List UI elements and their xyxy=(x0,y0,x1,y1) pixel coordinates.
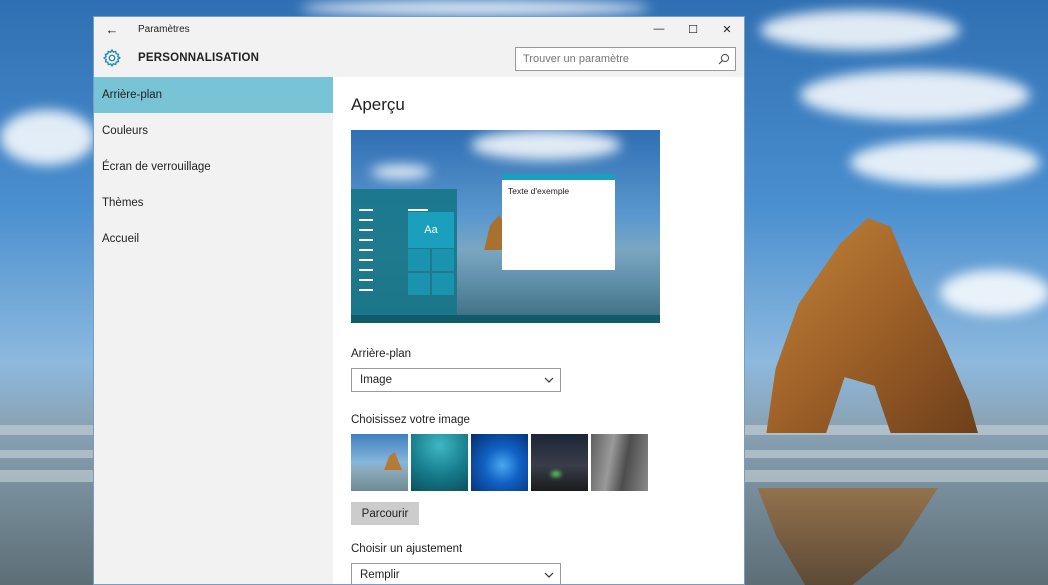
preview-mini-tile xyxy=(408,249,430,271)
preview-heading: Aperçu xyxy=(351,95,405,114)
sidebar-item-label: Thèmes xyxy=(102,197,144,209)
preview-tile: Aa xyxy=(408,212,454,248)
preview-window: Texte d'exemple xyxy=(502,174,615,270)
main-content: Aperçu Aa Texte d'exemple Arrière-plan I… xyxy=(333,77,744,584)
back-button[interactable]: ← xyxy=(94,17,130,41)
sidebar-item-background[interactable]: Arrière-plan xyxy=(94,77,333,113)
start-menu-line xyxy=(359,239,373,241)
window-title: Paramètres xyxy=(138,23,190,35)
sidebar-item-colors[interactable]: Couleurs xyxy=(94,113,333,149)
search-box[interactable] xyxy=(515,47,736,71)
preview-mini-tile xyxy=(432,273,454,295)
cloud xyxy=(371,165,431,179)
chevron-down-icon xyxy=(544,572,554,578)
image-thumbnail-beach[interactable] xyxy=(351,434,408,491)
chevron-down-icon xyxy=(544,377,554,383)
minimize-button[interactable]: — xyxy=(642,17,676,41)
start-menu-line xyxy=(359,209,373,211)
choose-image-label: Choisissez votre image xyxy=(351,414,470,426)
image-thumbnail-underwater[interactable] xyxy=(411,434,468,491)
sidebar: Arrière-plan Couleurs Écran de verrouill… xyxy=(94,77,333,584)
background-label: Arrière-plan xyxy=(351,348,412,360)
sidebar-item-themes[interactable]: Thèmes xyxy=(94,185,333,221)
title-bar: ← Paramètres — ☐ ✕ xyxy=(94,17,744,41)
start-menu-line xyxy=(359,269,373,271)
sidebar-item-lock-screen[interactable]: Écran de verrouillage xyxy=(94,149,333,185)
page-title: PERSONNALISATION xyxy=(138,52,260,64)
background-dropdown[interactable]: Image xyxy=(351,368,561,392)
start-menu-line xyxy=(359,229,373,231)
preview-start-menu: Aa xyxy=(351,189,457,315)
start-menu-line xyxy=(359,289,373,291)
start-menu-line xyxy=(359,279,373,281)
cloud xyxy=(800,70,1030,120)
cloud xyxy=(760,10,960,50)
sidebar-item-label: Écran de verrouillage xyxy=(102,161,211,173)
settings-header: PERSONNALISATION xyxy=(94,41,744,77)
maximize-button[interactable]: ☐ xyxy=(676,17,710,41)
close-button[interactable]: ✕ xyxy=(710,17,744,41)
sidebar-item-start[interactable]: Accueil xyxy=(94,221,333,257)
start-menu-line xyxy=(359,259,373,261)
fit-dropdown-value: Remplir xyxy=(360,569,400,581)
rock-formation xyxy=(766,218,978,433)
background-dropdown-value: Image xyxy=(360,374,392,386)
image-thumbnail-windows[interactable] xyxy=(471,434,528,491)
image-thumbnail-night-sky[interactable] xyxy=(531,434,588,491)
preview-image: Aa Texte d'exemple xyxy=(351,130,660,323)
fit-dropdown[interactable]: Remplir xyxy=(351,563,561,584)
cloud xyxy=(300,0,650,16)
cloud xyxy=(0,110,95,165)
search-icon[interactable] xyxy=(718,53,730,65)
preview-mini-tile xyxy=(408,273,430,295)
preview-mini-tile xyxy=(432,249,454,271)
sidebar-item-label: Accueil xyxy=(102,233,140,245)
sidebar-item-label: Arrière-plan xyxy=(102,89,163,101)
cloud xyxy=(471,130,621,160)
cloud xyxy=(940,270,1048,315)
rock-reflection xyxy=(757,488,938,585)
start-menu-line xyxy=(408,209,428,211)
gear-icon xyxy=(102,48,122,68)
fit-label: Choisir un ajustement xyxy=(351,543,463,555)
preview-taskbar xyxy=(351,315,660,323)
sidebar-item-label: Couleurs xyxy=(102,125,149,137)
start-menu-line xyxy=(359,249,373,251)
browse-button[interactable]: Parcourir xyxy=(351,502,419,525)
cloud xyxy=(850,140,1040,185)
preview-sample-text: Texte d'exemple xyxy=(508,186,570,196)
image-thumbnail-rock[interactable] xyxy=(591,434,648,491)
start-menu-line xyxy=(359,219,373,221)
settings-window: ← Paramètres — ☐ ✕ PERSONNALISATION Arri… xyxy=(93,16,745,585)
search-input[interactable] xyxy=(516,53,706,65)
